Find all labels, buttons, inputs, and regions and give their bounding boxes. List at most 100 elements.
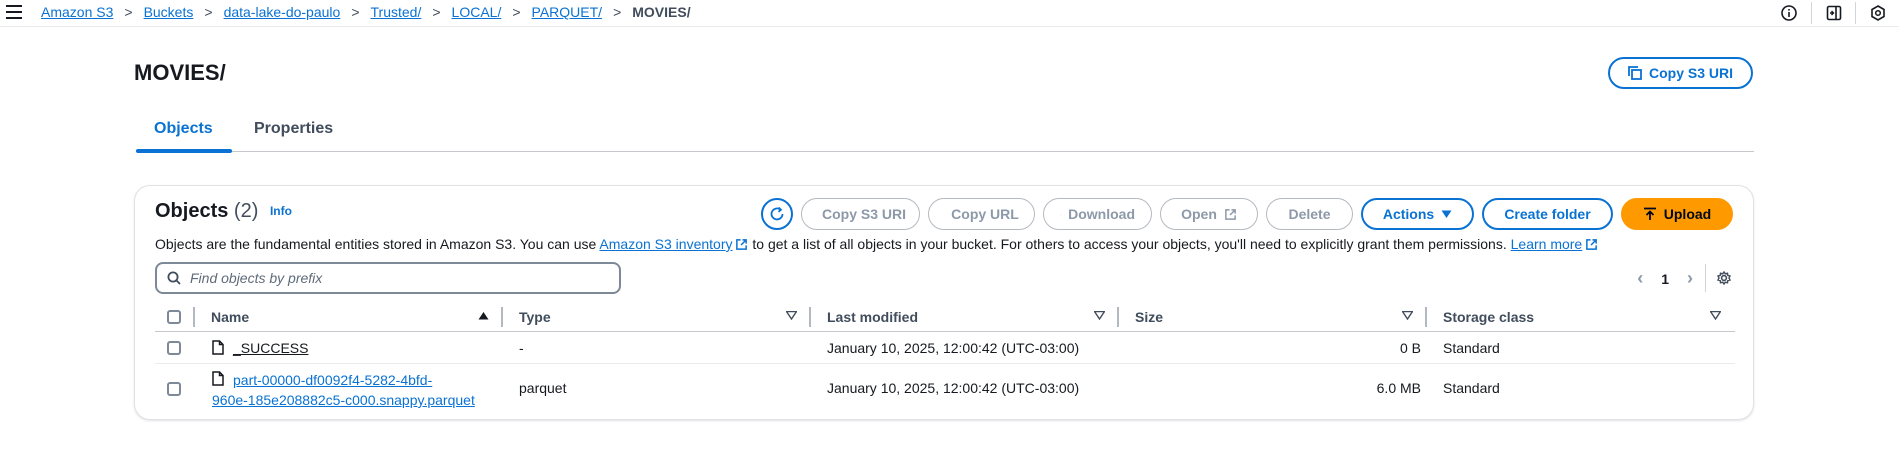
objects-count: (2) — [233, 200, 259, 222]
download-icon — [1060, 213, 1062, 215]
column-header-type[interactable]: Type — [519, 309, 551, 325]
objects-heading-text: Objects — [155, 200, 229, 222]
download-button[interactable]: Download — [1043, 198, 1152, 230]
copy-url-button[interactable]: Copy URL — [928, 198, 1035, 230]
hexagon-settings-icon[interactable] — [1855, 2, 1899, 24]
tab-objects[interactable]: Objects — [154, 120, 213, 138]
search-icon — [167, 271, 181, 285]
column-divider[interactable] — [1117, 307, 1119, 327]
chevron-right-icon: > — [613, 4, 622, 20]
previous-page-icon[interactable]: ‹ — [1637, 268, 1643, 289]
select-all-checkbox[interactable] — [167, 310, 181, 324]
sort-icon[interactable] — [1710, 311, 1721, 320]
sort-icon[interactable] — [1402, 311, 1413, 320]
refresh-button[interactable] — [761, 198, 793, 230]
breadcrumb-amazon-s3[interactable]: Amazon S3 — [41, 4, 113, 20]
breadcrumb-bucket[interactable]: data-lake-do-paulo — [224, 4, 341, 20]
table-preferences-button[interactable] — [1705, 264, 1733, 292]
tab-list: Objects Properties — [136, 112, 1754, 153]
external-link-icon — [1225, 208, 1236, 220]
column-header-last-modified[interactable]: Last modified — [827, 309, 918, 325]
actions-dropdown-button[interactable]: Actions — [1361, 198, 1474, 230]
breadcrumb-parquet[interactable]: PARQUET/ — [532, 4, 603, 20]
breadcrumb-trusted[interactable]: Trusted/ — [371, 4, 422, 20]
column-header-size[interactable]: Size — [1135, 309, 1163, 325]
chevron-right-icon: > — [512, 4, 521, 20]
refresh-icon — [770, 206, 784, 221]
upload-icon — [1643, 207, 1656, 220]
object-storage-class: Standard — [1443, 340, 1500, 356]
column-divider[interactable] — [809, 307, 811, 327]
hamburger-icon[interactable] — [6, 5, 22, 19]
row-checkbox[interactable] — [167, 382, 181, 396]
active-tab-indicator — [136, 149, 232, 153]
inventory-link[interactable]: Amazon S3 inventory — [599, 236, 732, 252]
upload-button[interactable]: Upload — [1621, 198, 1733, 230]
table-row[interactable]: _SUCCESS - January 10, 2025, 12:00:42 (U… — [155, 332, 1735, 364]
objects-heading: Objects (2) Info — [155, 200, 292, 223]
copy-icon — [1628, 66, 1642, 80]
pagination: ‹ 1 › — [1637, 268, 1693, 289]
objects-container: Objects (2) Info Copy S3 URI Copy URL Do… — [134, 185, 1754, 420]
column-header-storage-class[interactable]: Storage class — [1443, 309, 1534, 325]
chevron-right-icon: > — [351, 4, 360, 20]
delete-label: Delete — [1288, 206, 1331, 222]
object-type: - — [519, 340, 524, 356]
notification-panel-icon[interactable] — [1811, 2, 1855, 24]
copy-s3-uri-button[interactable]: Copy S3 URI — [801, 198, 920, 230]
open-label: Open — [1181, 206, 1217, 222]
objects-actions: Copy S3 URI Copy URL Download Open Delet… — [761, 198, 1733, 230]
object-name-link[interactable]: part-00000-df0092f4-5282-4bfd- 960e-185e… — [212, 370, 475, 410]
page-title: MOVIES/ — [134, 60, 226, 85]
copy-url-label: Copy URL — [951, 206, 1019, 222]
top-utility-icons — [1767, 2, 1899, 24]
copy-s3-uri-label: Copy S3 URI — [822, 206, 907, 222]
sort-icon[interactable] — [786, 311, 797, 320]
next-page-icon[interactable]: › — [1687, 268, 1693, 289]
column-divider[interactable] — [1425, 307, 1427, 327]
description-text-2: to get a list of all objects in your buc… — [748, 236, 1511, 252]
delete-button[interactable]: Delete — [1266, 198, 1353, 230]
description-text-1: Objects are the fundamental entities sto… — [155, 236, 600, 252]
learn-more-link[interactable]: Learn more — [1511, 236, 1583, 252]
table-row[interactable]: part-00000-df0092f4-5282-4bfd- 960e-185e… — [155, 364, 1735, 414]
object-last-modified: January 10, 2025, 12:00:42 (UTC-03:00) — [827, 380, 1080, 396]
object-name-line-1[interactable]: part-00000-df0092f4-5282-4bfd- — [233, 372, 432, 388]
breadcrumb-local[interactable]: LOCAL/ — [452, 4, 502, 20]
create-folder-button[interactable]: Create folder — [1482, 198, 1613, 230]
info-link[interactable]: Info — [270, 204, 292, 218]
object-storage-class: Standard — [1443, 380, 1500, 396]
sort-icon[interactable] — [1094, 311, 1105, 320]
chevron-right-icon: > — [124, 4, 133, 20]
object-last-modified: January 10, 2025, 12:00:42 (UTC-03:00) — [827, 340, 1080, 356]
object-size: 0 B — [1399, 340, 1421, 356]
object-name-link[interactable]: _SUCCESS — [233, 340, 308, 356]
breadcrumb: Amazon S3 > Buckets > data-lake-do-paulo… — [41, 4, 691, 20]
chevron-right-icon: > — [204, 4, 213, 20]
current-page[interactable]: 1 — [1661, 271, 1669, 287]
actions-label: Actions — [1382, 206, 1435, 222]
breadcrumb-current: MOVIES/ — [632, 4, 691, 20]
search-input[interactable] — [190, 270, 590, 286]
row-checkbox[interactable] — [167, 341, 181, 355]
info-circle-icon[interactable] — [1767, 2, 1811, 24]
column-header-name[interactable]: Name — [211, 309, 249, 325]
object-size: 6.0 MB — [1376, 380, 1421, 396]
column-divider[interactable] — [501, 307, 503, 327]
tab-properties-label: Properties — [254, 120, 334, 137]
copy-s3-uri-header-button[interactable]: Copy S3 URI — [1608, 57, 1753, 89]
object-name-line-2[interactable]: 960e-185e208882c5-c000.snappy.parquet — [212, 392, 475, 408]
upload-label: Upload — [1663, 206, 1712, 222]
object-type: parquet — [519, 380, 567, 396]
search-box — [155, 262, 621, 294]
top-navigation-bar: Amazon S3 > Buckets > data-lake-do-paulo… — [0, 0, 1899, 27]
file-icon — [212, 340, 224, 355]
tab-properties[interactable]: Properties — [254, 120, 333, 138]
caret-down-icon — [1441, 210, 1452, 218]
external-link-icon — [736, 239, 748, 250]
chevron-right-icon: > — [432, 4, 441, 20]
gear-icon — [1716, 270, 1731, 286]
breadcrumb-buckets[interactable]: Buckets — [144, 4, 194, 20]
open-button[interactable]: Open — [1160, 198, 1258, 230]
sort-ascending-icon[interactable] — [478, 311, 489, 320]
